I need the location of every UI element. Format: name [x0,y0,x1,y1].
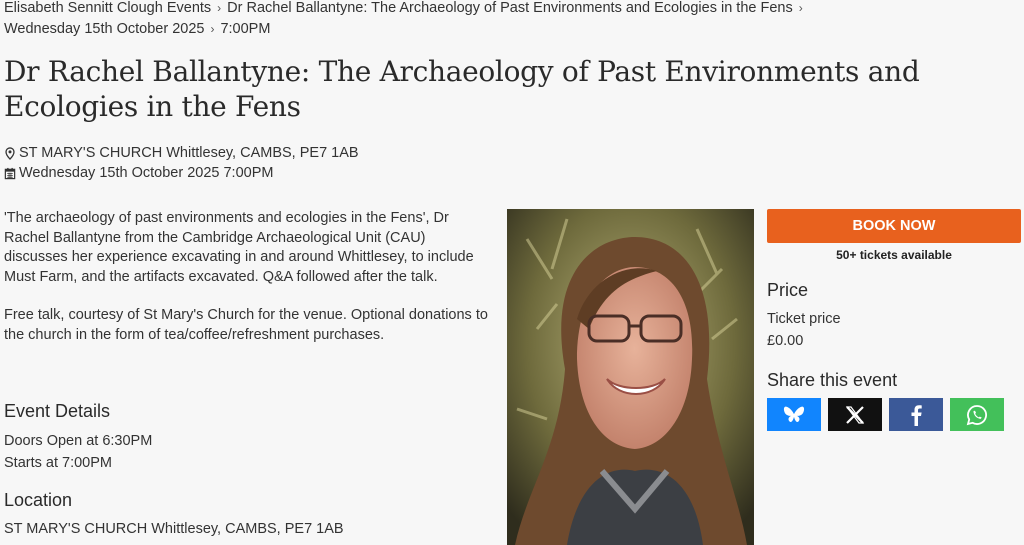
price-heading: Price [767,280,809,300]
event-datetime: Wednesday 15th October 2025 7:00PM [19,165,274,181]
event-details-section: Event Details Doors Open at 6:30PM Start… [4,400,152,474]
breadcrumb-organiser-link[interactable]: Elisabeth Sennitt Clough Events [4,0,211,16]
x-icon [845,405,865,424]
butterfly-icon [783,406,805,422]
whatsapp-icon [966,404,987,425]
description-paragraph: 'The archaeology of past environments an… [4,210,474,285]
share-bluesky-button[interactable] [767,398,821,431]
chevron-right-icon: › [210,22,215,36]
breadcrumb: Elisabeth Sennitt Clough Events › Dr Rache… [4,0,864,40]
event-description: 'The archaeology of past environments an… [4,209,488,364]
map-pin-icon [5,146,15,160]
doors-open-text: Doors Open at 6:30PM [4,433,153,449]
calendar-icon [4,167,16,179]
breadcrumb-time: 7:00PM [220,21,271,37]
event-meta: ST MARY'S CHURCH Whittlesey, CAMBS, PE7 … [4,143,359,183]
event-venue: ST MARY'S CHURCH Whittlesey, CAMBS, PE7 … [19,145,359,161]
breadcrumb-event-link[interactable]: Dr Rachel Ballantyne: The Archaeology of… [227,0,793,16]
ticket-price-value: £0.00 [767,333,804,349]
venue-row: ST MARY'S CHURCH Whittlesey, CAMBS, PE7 … [4,143,359,163]
chevron-right-icon: › [217,1,222,15]
event-details-heading: Event Details [4,401,111,421]
page-title: Dr Rachel Ballantyne: The Archaeology of… [4,55,920,123]
share-whatsapp-button[interactable] [950,398,1004,431]
datetime-row: Wednesday 15th October 2025 7:00PM [4,163,359,183]
chevron-right-icon: › [798,1,803,15]
share-buttons [767,398,1004,431]
speaker-photo [507,209,754,545]
ticket-availability: 50+ tickets available [836,248,952,262]
facebook-icon [911,404,922,426]
ticket-price-label: Ticket price [767,311,841,327]
location-address: ST MARY'S CHURCH Whittlesey, CAMBS, PE7 … [4,521,344,537]
share-heading: Share this event [767,370,898,390]
location-section: Location ST MARY'S CHURCH Whittlesey, CA… [4,489,344,537]
share-x-button[interactable] [828,398,882,431]
start-time-text: Starts at 7:00PM [4,455,112,471]
breadcrumb-date-link[interactable]: Wednesday 15th October 2025 [4,21,204,37]
location-heading: Location [4,490,73,510]
book-now-button[interactable]: BOOK NOW [767,209,1021,243]
share-facebook-button[interactable] [889,398,943,431]
description-paragraph: Free talk, courtesy of St Mary's Church … [4,307,488,343]
